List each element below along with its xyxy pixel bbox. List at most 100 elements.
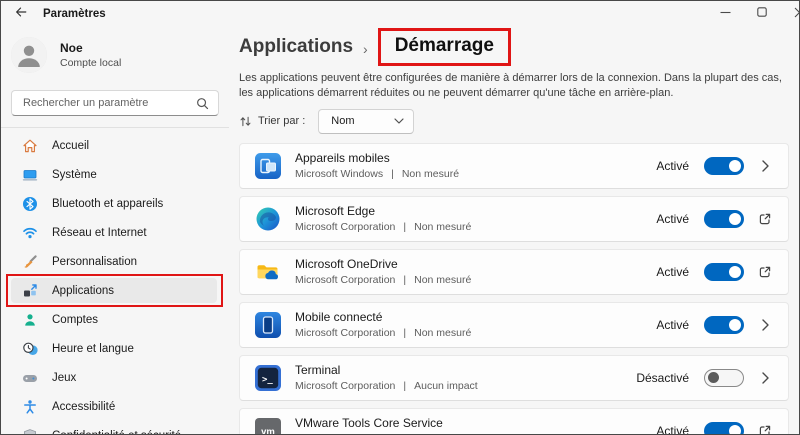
app-name: Terminal [295, 363, 341, 378]
app-status-label: Activé [656, 211, 689, 226]
sidebar-item-label: Accueil [52, 139, 90, 152]
app-info: Microsoft OneDrive Microsoft Corporation… [295, 257, 656, 286]
app-publisher: Microsoft Corporation [295, 380, 396, 393]
onedrive-icon [255, 259, 281, 285]
toggle-knob [729, 318, 741, 331]
privacy-icon [22, 428, 38, 434]
sort-row: Trier par : Nom [239, 108, 789, 134]
app-toggle[interactable] [704, 421, 744, 434]
app-info: VMware Tools Core Service VMware, Inc. |… [295, 416, 656, 434]
app-toggle[interactable] [704, 156, 744, 175]
bluetooth-icon [22, 196, 38, 212]
list-separator: | [403, 274, 407, 287]
app-row: Mobile connecté Microsoft Corporation | … [239, 301, 789, 348]
app-toggle[interactable] [704, 315, 744, 334]
app-publisher: Microsoft Windows [295, 168, 384, 181]
app-impact: Aucun impact [414, 380, 478, 393]
external-link-icon[interactable] [757, 424, 773, 434]
app-name: Microsoft Edge [295, 204, 376, 219]
sidebar-item-bluetooth-et-appareils[interactable]: Bluetooth et appareils [11, 191, 217, 216]
breadcrumb-separator: › [363, 40, 368, 57]
sort-dropdown[interactable]: Nom [318, 108, 415, 134]
search-input[interactable] [23, 97, 196, 109]
app-status-label: Activé [656, 317, 689, 332]
mobile-devices-icon [255, 152, 281, 179]
maximize-button[interactable] [755, 4, 769, 20]
app-name: Appareils mobiles [295, 151, 390, 166]
sidebar-item-comptes[interactable]: Comptes [11, 307, 217, 332]
time-language-icon [22, 341, 38, 357]
app-info: Mobile connecté Microsoft Corporation | … [295, 310, 656, 339]
sidebar-item-label: Jeux [52, 371, 77, 384]
breadcrumb: Applications › Démarrage [239, 28, 789, 66]
chevron-right-icon[interactable] [757, 372, 773, 384]
app-row: vm VMware Tools Core Service VMware, Inc… [239, 407, 789, 435]
sidebar-nav: Accueil Système Bluetooth et appareils R… [1, 133, 229, 434]
app-toggle[interactable] [704, 368, 744, 387]
sidebar-item-heure-et-langue[interactable]: Heure et langue [11, 336, 217, 361]
app-publisher: Microsoft Corporation [295, 327, 396, 340]
main-content: Applications › Démarrage Les application… [229, 27, 799, 435]
sidebar-item-label: Applications [52, 284, 115, 297]
search-icon [196, 97, 209, 110]
gaming-icon [22, 370, 38, 386]
network-icon [22, 225, 38, 241]
app-row: >_ Terminal Microsoft Corporation | Aucu… [239, 354, 789, 401]
app-info: Appareils mobiles Microsoft Windows | No… [295, 151, 656, 180]
chevron-right-icon[interactable] [757, 160, 773, 172]
back-arrow-icon [14, 5, 28, 24]
accessibility-icon [22, 399, 38, 415]
app-impact: Non mesuré [414, 327, 472, 340]
sidebar-item-accessibilite[interactable]: Accessibilité [11, 394, 217, 419]
sidebar-item-systeme[interactable]: Système [11, 162, 217, 187]
system-icon [22, 167, 38, 183]
back-button[interactable] [14, 5, 28, 24]
svg-text:vm: vm [261, 426, 275, 435]
app-row: Microsoft Edge Microsoft Corporation | N… [239, 195, 789, 242]
app-info: Terminal Microsoft Corporation | Aucun i… [295, 363, 636, 392]
sidebar-item-confidentialite-et-securite[interactable]: Confidentialité et sécurité [11, 423, 217, 434]
sidebar-item-accueil[interactable]: Accueil [11, 133, 217, 158]
settings-window: Paramètres Noe Compte local Accueil [0, 0, 800, 435]
list-separator: | [403, 221, 407, 234]
svg-text:>_: >_ [262, 375, 273, 385]
sidebar-item-label: Comptes [52, 313, 99, 326]
home-icon [22, 138, 38, 154]
app-status-label: Activé [656, 264, 689, 279]
sidebar-item-label: Personnalisation [52, 255, 138, 268]
app-status-label: Désactivé [636, 370, 689, 385]
sidebar-item-personnalisation[interactable]: Personnalisation [11, 249, 217, 274]
sidebar: Noe Compte local Accueil Système Bluetoo… [1, 27, 229, 434]
close-button[interactable] [792, 4, 799, 20]
app-publisher: Microsoft Corporation [295, 274, 396, 287]
app-toggle[interactable] [704, 262, 744, 281]
toggle-knob [729, 424, 741, 434]
toggle-knob [708, 372, 719, 384]
app-toggle[interactable] [704, 209, 744, 228]
app-name: Microsoft OneDrive [295, 257, 398, 272]
vmware-icon: vm [255, 417, 281, 435]
external-link-icon[interactable] [757, 212, 773, 226]
minimize-button[interactable] [718, 4, 732, 20]
external-link-icon[interactable] [757, 265, 773, 279]
sidebar-item-label: Système [52, 168, 97, 181]
terminal-icon: >_ [255, 364, 281, 391]
sidebar-item-jeux[interactable]: Jeux [11, 365, 217, 390]
sidebar-item-label: Heure et langue [52, 342, 134, 355]
edge-icon [255, 206, 281, 232]
personalization-icon [22, 254, 38, 270]
sidebar-item-reseau-et-internet[interactable]: Réseau et Internet [11, 220, 217, 245]
toggle-knob [729, 265, 741, 278]
breadcrumb-applications[interactable]: Applications [239, 36, 353, 58]
app-name: Mobile connecté [295, 310, 383, 325]
list-separator: | [403, 380, 407, 393]
window-controls [718, 4, 799, 20]
search-box[interactable] [11, 90, 219, 116]
sidebar-item-applications[interactable]: Applications [6, 274, 223, 307]
sort-dropdown-value: Nom [331, 115, 355, 128]
app-publisher: Microsoft Corporation [295, 221, 396, 234]
app-impact: Non mesuré [401, 168, 460, 181]
user-profile[interactable]: Noe Compte local [1, 37, 229, 73]
chevron-right-icon[interactable] [757, 319, 773, 331]
app-impact: Non mesuré [414, 221, 472, 234]
